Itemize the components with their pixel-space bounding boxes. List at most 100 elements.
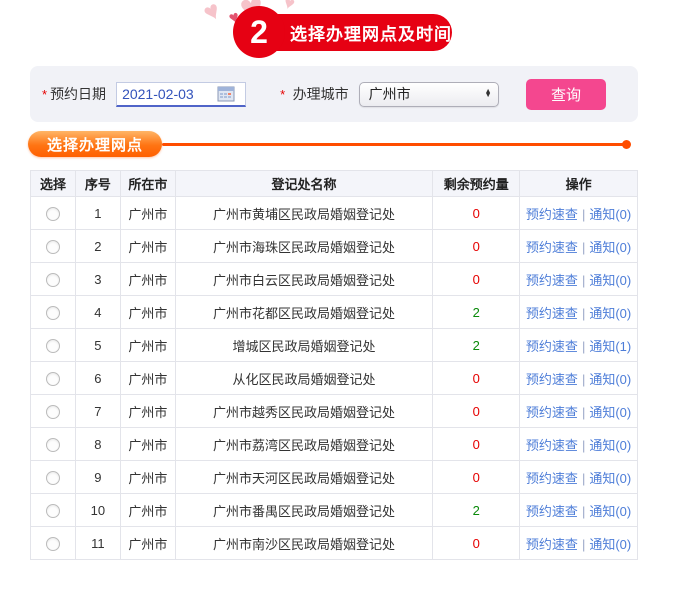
seq-cell: 7 — [74, 394, 121, 428]
radio-button[interactable] — [45, 437, 60, 452]
remaining-cell: 2 — [432, 295, 521, 329]
link-separator: | — [581, 239, 586, 255]
link-separator: | — [581, 206, 586, 222]
radio-button[interactable] — [45, 536, 60, 551]
section-title-badge: 选择办理网点 — [28, 131, 162, 157]
remaining-cell: 2 — [432, 328, 521, 362]
registry-name-cell: 广州市黄埔区民政局婚姻登记处 — [174, 196, 434, 230]
notice-link[interactable]: 通知(0) — [589, 438, 631, 453]
actions-cell: 预约速查 | 通知(0) — [519, 460, 638, 494]
radio-button[interactable] — [45, 371, 60, 386]
city-label: 办理城市 — [292, 86, 349, 102]
link-separator: | — [581, 503, 586, 519]
page: ♥ ♥ ♥ ♥ 选择办理网点及时间 2 * 预约日期 * 办理城市 广州市 — [0, 0, 675, 591]
table-row: 9 广州市 广州市天河区民政局婚姻登记处 0 预约速查 | 通知(0) — [30, 460, 638, 494]
quick-check-link[interactable]: 预约速查 — [526, 405, 578, 420]
table-row: 11 广州市 广州市南沙区民政局婚姻登记处 0 预约速查 | 通知(0) — [30, 526, 638, 560]
notice-link[interactable]: 通知(1) — [589, 339, 631, 354]
step-title-banner: 选择办理网点及时间 — [256, 14, 452, 51]
radio-button[interactable] — [45, 239, 60, 254]
radio-button[interactable] — [45, 404, 60, 419]
seq-cell: 6 — [74, 361, 121, 395]
select-cell — [30, 328, 76, 362]
date-label: 预约日期 — [50, 86, 107, 102]
seq-cell: 10 — [74, 493, 121, 527]
link-separator: | — [581, 305, 586, 321]
appointment-date-input[interactable] — [117, 85, 218, 102]
registry-name-cell: 广州市荔湾区民政局婚姻登记处 — [174, 427, 434, 461]
quick-check-link[interactable]: 预约速查 — [526, 504, 578, 519]
radio-button[interactable] — [45, 206, 60, 221]
notice-link[interactable]: 通知(0) — [589, 306, 631, 321]
radio-button[interactable] — [45, 470, 60, 485]
registry-name-cell: 广州市越秀区民政局婚姻登记处 — [174, 394, 434, 428]
quick-check-link[interactable]: 预约速查 — [526, 207, 578, 222]
quick-check-link[interactable]: 预约速查 — [526, 537, 578, 552]
col-header-remaining: 剩余预约量 — [432, 170, 521, 197]
notice-link[interactable]: 通知(0) — [589, 405, 631, 420]
remaining-cell: 0 — [432, 361, 521, 395]
radio-button[interactable] — [45, 272, 60, 287]
link-separator: | — [581, 404, 586, 420]
table-row: 4 广州市 广州市花都区民政局婚姻登记处 2 预约速查 | 通知(0) — [30, 295, 638, 329]
actions-cell: 预约速查 | 通知(0) — [519, 262, 638, 296]
seq-cell: 11 — [74, 526, 121, 560]
quick-check-link[interactable]: 预约速查 — [526, 240, 578, 255]
notice-link[interactable]: 通知(0) — [589, 372, 631, 387]
radio-button[interactable] — [45, 338, 60, 353]
registry-name-cell: 增城区民政局婚姻登记处 — [174, 328, 434, 362]
city-cell: 广州市 — [119, 460, 176, 494]
remaining-cell: 0 — [432, 526, 521, 560]
query-button[interactable]: 查询 — [526, 78, 606, 110]
quick-check-link[interactable]: 预约速查 — [526, 438, 578, 453]
col-header-select: 选择 — [30, 170, 76, 197]
notice-link[interactable]: 通知(0) — [589, 537, 631, 552]
radio-button[interactable] — [45, 503, 60, 518]
actions-cell: 预约速查 | 通知(0) — [519, 526, 638, 560]
radio-button[interactable] — [45, 305, 60, 320]
col-header-registry-name: 登记处名称 — [174, 170, 434, 197]
city-cell: 广州市 — [119, 229, 176, 263]
select-cell — [30, 295, 76, 329]
select-cell — [30, 526, 76, 560]
required-asterisk: * — [42, 86, 48, 102]
quick-check-link[interactable]: 预约速查 — [526, 273, 578, 288]
registry-name-cell: 广州市花都区民政局婚姻登记处 — [174, 295, 434, 329]
step-title: 选择办理网点及时间 — [290, 25, 452, 44]
remaining-cell: 0 — [432, 427, 521, 461]
notice-link[interactable]: 通知(0) — [589, 273, 631, 288]
select-cell — [30, 229, 76, 263]
link-separator: | — [581, 536, 586, 552]
notice-link[interactable]: 通知(0) — [589, 504, 631, 519]
remaining-cell: 0 — [432, 394, 521, 428]
remaining-cell: 0 — [432, 229, 521, 263]
appointment-date-field[interactable] — [116, 81, 247, 107]
required-asterisk: * — [280, 87, 286, 102]
select-cell — [30, 394, 76, 428]
seq-cell: 1 — [74, 196, 121, 230]
notice-link[interactable]: 通知(0) — [589, 207, 631, 222]
quick-check-link[interactable]: 预约速查 — [526, 471, 578, 486]
registry-name-cell: 广州市海珠区民政局婚姻登记处 — [174, 229, 434, 263]
remaining-cell: 0 — [432, 460, 521, 494]
select-cell — [30, 460, 76, 494]
link-separator: | — [581, 272, 586, 288]
notice-link[interactable]: 通知(0) — [589, 240, 631, 255]
quick-check-link[interactable]: 预约速查 — [526, 306, 578, 321]
city-cell: 广州市 — [119, 493, 176, 527]
col-header-city: 所在市 — [119, 170, 176, 197]
select-cell — [30, 427, 76, 461]
seq-cell: 5 — [74, 328, 121, 362]
notice-link[interactable]: 通知(0) — [589, 471, 631, 486]
select-cell — [30, 493, 76, 527]
quick-check-link[interactable]: 预约速查 — [526, 339, 578, 354]
link-separator: | — [581, 371, 586, 387]
city-cell: 广州市 — [119, 262, 176, 296]
link-separator: | — [581, 470, 586, 486]
city-select[interactable]: 广州市 ▲ ▼ — [358, 81, 499, 107]
calendar-icon[interactable] — [217, 86, 235, 102]
col-header-actions: 操作 — [519, 170, 638, 197]
actions-cell: 预约速查 | 通知(0) — [519, 427, 638, 461]
quick-check-link[interactable]: 预约速查 — [526, 372, 578, 387]
table-row: 3 广州市 广州市白云区民政局婚姻登记处 0 预约速查 | 通知(0) — [30, 262, 638, 296]
